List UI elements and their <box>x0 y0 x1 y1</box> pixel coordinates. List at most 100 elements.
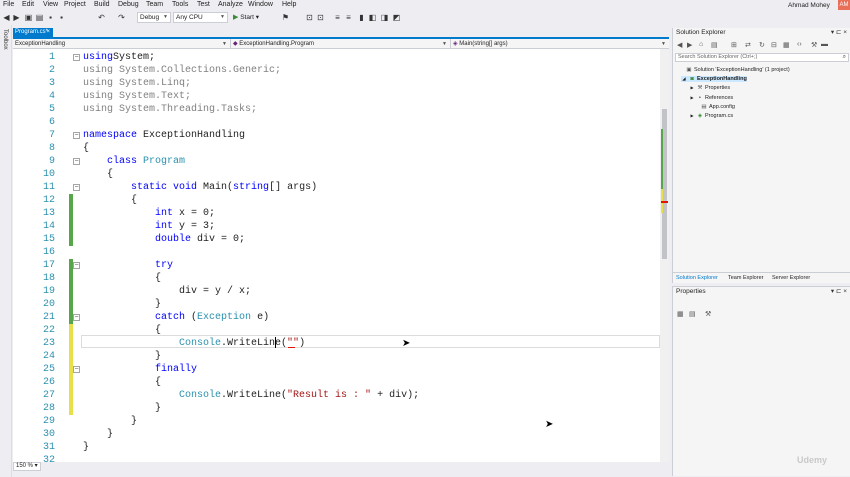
bookmark-icon[interactable]: ▮ <box>357 13 366 22</box>
close-icon[interactable]: × <box>46 28 50 37</box>
menu-build[interactable]: Build <box>94 1 110 8</box>
code-line[interactable]: 5 using System.Threading.Tasks; <box>13 103 658 116</box>
collapse-icon[interactable]: − <box>73 262 80 269</box>
menu-team[interactable]: Team <box>146 1 163 8</box>
step-icon[interactable]: ⊡ <box>305 13 314 22</box>
code-line[interactable]: 4 using System.Text; <box>13 90 658 103</box>
sync-icon[interactable]: ⇄ <box>745 41 751 49</box>
solution-platform-select[interactable]: Any CPU ▼ <box>173 12 228 23</box>
member-select[interactable]: ◈ Main(string[] args) ▼ <box>451 39 669 49</box>
code-line[interactable]: 17 − try <box>13 259 658 272</box>
search-icon[interactable]: ⌕ <box>843 54 846 61</box>
code-line[interactable]: 15 double div = 0; <box>13 233 658 246</box>
switch-views-icon[interactable]: ▤ <box>711 41 718 49</box>
collapse-all-icon[interactable]: ⊟ <box>771 41 777 49</box>
collapse-icon[interactable]: − <box>73 314 80 321</box>
clear-bookmarks-icon[interactable]: ◩ <box>392 13 401 22</box>
code-line[interactable]: 30 } <box>13 428 658 441</box>
code-line[interactable]: 25 − finally <box>13 363 658 376</box>
code-line[interactable]: 27 Console.WriteLine("Result is : " + di… <box>13 389 658 402</box>
code-line[interactable]: 23 Console.WriteLine("") <box>13 337 658 350</box>
code-line[interactable]: 13 int x = 0; <box>13 207 658 220</box>
browser-link-icon[interactable]: ⚑ <box>281 13 290 22</box>
code-line[interactable]: 7 − namespace ExceptionHandling <box>13 129 658 142</box>
collapse-icon[interactable]: − <box>73 366 80 373</box>
show-all-files-icon[interactable]: ▦ <box>783 41 790 49</box>
prev-bookmark-icon[interactable]: ◧ <box>368 13 377 22</box>
back-icon[interactable]: ◀ <box>2 13 11 22</box>
code-line[interactable]: 26 { <box>13 376 658 389</box>
uncomment-icon[interactable]: ≡ <box>344 13 353 22</box>
avatar[interactable]: AM <box>838 0 850 10</box>
code-line[interactable]: 28 } <box>13 402 658 415</box>
pending-changes-icon[interactable]: ⊞ <box>731 41 737 49</box>
code-line[interactable]: 11 − static void Main(string[] args) <box>13 181 658 194</box>
forward-icon[interactable]: ▶ <box>12 13 21 22</box>
refresh-icon[interactable]: ↻ <box>759 41 765 49</box>
code-line[interactable]: 29 } <box>13 415 658 428</box>
class-select[interactable]: ◆ ExceptionHandling.Program ▼ <box>231 39 451 49</box>
solution-configuration-select[interactable]: Debug ▼ <box>137 12 171 23</box>
save-all-icon[interactable]: ▪ <box>57 13 66 22</box>
user-name[interactable]: Ahmad Mohey <box>788 2 830 9</box>
code-editor[interactable]: 1− usingSystem; 2 using System.Collections.… <box>13 49 669 466</box>
toolbox-strip[interactable]: Toolbox <box>0 25 12 477</box>
menu-file[interactable]: File <box>3 1 14 8</box>
editor-vertical-scrollbar[interactable] <box>660 49 669 462</box>
tab-server-explorer[interactable]: Server Explorer <box>772 275 810 281</box>
tree-item[interactable]: ▣ Solution 'ExceptionHandling' (1 project… <box>678 67 789 73</box>
comment-icon[interactable]: ≡ <box>333 13 342 22</box>
collapse-icon[interactable]: − <box>73 158 80 165</box>
alphabetical-icon[interactable]: ▤ <box>689 310 696 318</box>
code-line[interactable]: 8{ <box>13 142 658 155</box>
tab-solution-explorer[interactable]: Solution Explorer <box>676 275 718 281</box>
menu-project[interactable]: Project <box>64 1 86 8</box>
pane-buttons[interactable]: ▾ ⊏ × <box>831 287 847 295</box>
tree-item[interactable]: ◢ ◙ ExceptionHandling <box>681 76 747 83</box>
code-line[interactable]: 21 − catch (Exception e) <box>13 311 658 324</box>
step-into-icon[interactable]: ⊡ <box>316 13 325 22</box>
save-icon[interactable]: ▪ <box>46 13 55 22</box>
menu-debug[interactable]: Debug <box>118 1 139 8</box>
menu-tools[interactable]: Tools <box>172 1 188 8</box>
categorized-icon[interactable]: ▦ <box>677 310 684 318</box>
tab-team-explorer[interactable]: Team Explorer <box>728 275 763 281</box>
back-icon[interactable]: ◀ <box>677 41 682 49</box>
code-line[interactable]: 31} <box>13 441 658 454</box>
menu-view[interactable]: View <box>43 1 58 8</box>
tree-item[interactable]: ▶ ◈ Program.cs <box>689 113 733 119</box>
properties-icon[interactable]: ⚒ <box>811 41 817 49</box>
collapse-icon[interactable]: − <box>73 132 80 139</box>
code-line[interactable]: 1 − usingSystem; <box>13 51 658 64</box>
tab-program-cs[interactable]: Program.cs* × <box>13 28 53 37</box>
menu-window[interactable]: Window <box>248 1 273 8</box>
menu-analyze[interactable]: Analyze <box>218 1 243 8</box>
redo-icon[interactable]: ↷ <box>117 13 126 22</box>
code-line[interactable]: 24 } <box>13 350 658 363</box>
menu-edit[interactable]: Edit <box>22 1 34 8</box>
code-line[interactable]: 12 { <box>13 194 658 207</box>
forward-icon[interactable]: ▶ <box>687 41 692 49</box>
expand-arrow-icon[interactable]: ▶ <box>689 95 695 100</box>
code-line[interactable]: 19 div = y / x; <box>13 285 658 298</box>
project-select[interactable]: ExceptionHandling ▼ <box>13 39 231 49</box>
code-line[interactable]: 22 { <box>13 324 658 337</box>
code-line[interactable]: 6 <box>13 116 658 129</box>
pane-buttons[interactable]: ▾ ⊏ × <box>831 28 847 36</box>
start-debugging-button[interactable]: ▶ Start ▾ <box>233 13 259 21</box>
code-line[interactable]: 10 { <box>13 168 658 181</box>
tree-item[interactable]: ▤ App.config <box>693 104 735 110</box>
tree-item[interactable]: ▶ ▪ References <box>689 95 733 101</box>
code-line[interactable]: 16 <box>13 246 658 259</box>
home-icon[interactable]: ⌂ <box>699 41 703 48</box>
new-project-icon[interactable]: ▣ <box>24 13 33 22</box>
view-code-icon[interactable]: ‹› <box>797 41 802 48</box>
code-line[interactable]: 2 using System.Collections.Generic; <box>13 64 658 77</box>
property-pages-icon[interactable]: ⚒ <box>705 310 711 318</box>
expand-arrow-icon[interactable]: ▶ <box>689 85 695 90</box>
expand-arrow-icon[interactable]: ◢ <box>681 76 687 81</box>
menu-help[interactable]: Help <box>282 1 296 8</box>
collapse-icon[interactable]: − <box>73 54 80 61</box>
menu-test[interactable]: Test <box>197 1 210 8</box>
solution-explorer-search[interactable]: Search Solution Explorer (Ctrl+;) ⌕ <box>675 53 849 62</box>
